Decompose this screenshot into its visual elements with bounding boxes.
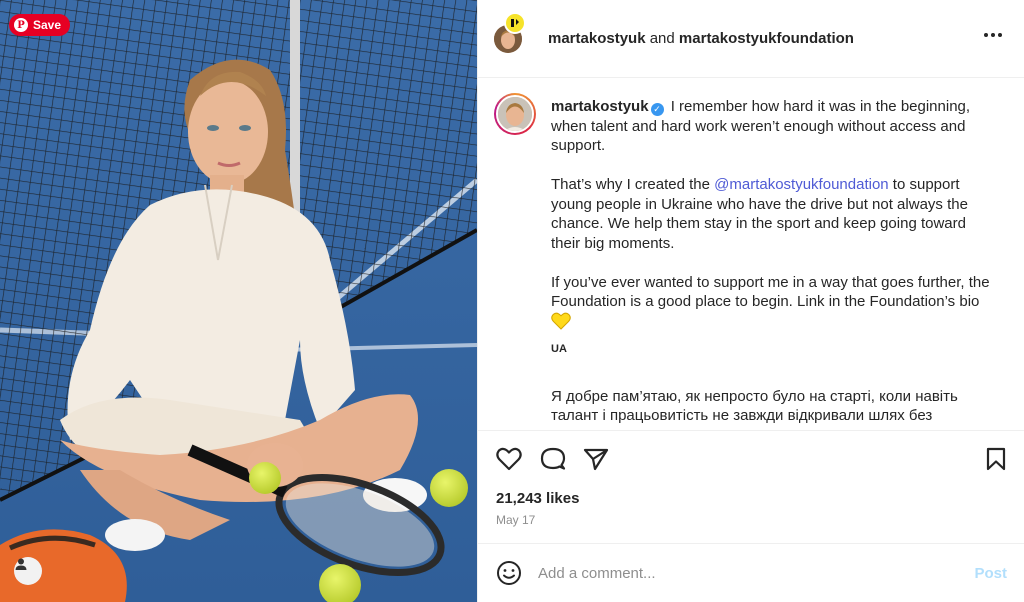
comment-icon[interactable]: [540, 447, 566, 471]
emoji-icon[interactable]: [496, 560, 522, 586]
caption-username[interactable]: martakostyuk: [551, 98, 649, 115]
post-date[interactable]: May 17: [496, 513, 535, 527]
post-header: martakostyuk and martakostyukfoundation: [478, 0, 1024, 78]
pinterest-save-button[interactable]: P Save: [9, 14, 71, 36]
authors-joiner: and: [645, 30, 679, 47]
caption-avatar-image: [498, 97, 532, 131]
post-details-panel: martakostyuk and martakostyukfoundation …: [477, 0, 1024, 602]
foundation-avatar[interactable]: [504, 11, 526, 34]
coauthor-username[interactable]: martakostyukfoundation: [679, 30, 854, 47]
caption-paragraph-ukrainian: Я добре пам’ятаю, як непросто було на ст…: [551, 387, 958, 430]
post-actions-bar: [478, 430, 1024, 486]
foundation-mention-link[interactable]: @martakostyukfoundation: [714, 176, 889, 193]
user-account-button[interactable]: [14, 557, 42, 585]
author-avatar[interactable]: [494, 11, 526, 53]
caption-paragraph-3: If you’ve ever wanted to support me in a…: [551, 273, 990, 311]
tennis-player-photo: [0, 0, 477, 602]
caption-scroll-area[interactable]: martakostyuk ✓ I remember how hard it was…: [478, 79, 1024, 429]
save-label: Save: [33, 18, 62, 32]
bookmark-icon[interactable]: [985, 447, 1007, 471]
likes-count[interactable]: 21,243 likes: [496, 490, 579, 507]
pinterest-icon: P: [14, 18, 28, 32]
author-username[interactable]: martakostyuk: [548, 30, 646, 47]
language-tag: UA: [551, 343, 567, 355]
post-comment-button[interactable]: Post: [974, 565, 1007, 582]
user-icon: [15, 558, 27, 570]
heart-icon[interactable]: [496, 447, 522, 471]
post-photo[interactable]: P Save: [0, 0, 477, 602]
caption-text: martakostyuk ✓ I remember how hard it was…: [551, 97, 991, 429]
foundation-logo-icon: [511, 18, 519, 27]
caption-author-avatar[interactable]: [494, 93, 536, 135]
comment-input[interactable]: [538, 564, 975, 582]
share-icon[interactable]: [583, 447, 609, 471]
caption-paragraph-2-start: That’s why I created the: [551, 176, 715, 193]
verified-icon: ✓: [650, 103, 664, 116]
more-icon: [984, 33, 988, 37]
yellow-heart-icon: [551, 312, 571, 330]
post-authors: martakostyuk and martakostyukfoundation: [548, 30, 854, 47]
comment-bar: Post: [478, 543, 1024, 602]
more-options-button[interactable]: [982, 27, 1004, 43]
